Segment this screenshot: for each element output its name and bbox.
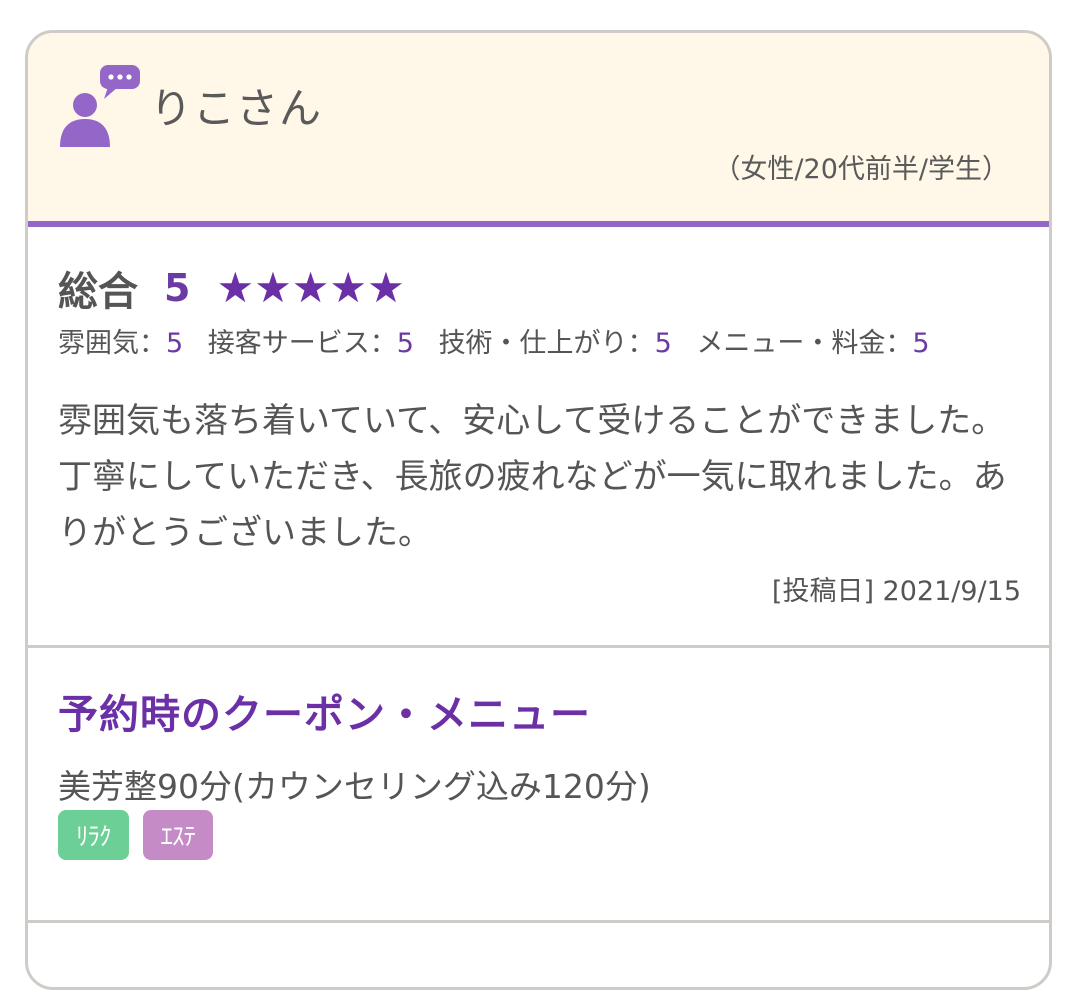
- tag-esthetic: ｴｽﾃ: [142, 810, 214, 860]
- coupon-section: 予約時のクーポン・メニュー 美芳整90分(カウンセリング込み120分) ﾘﾗｸ …: [28, 648, 1049, 923]
- overall-rating-row: 総合 5 ★ ★ ★ ★ ★: [58, 261, 405, 315]
- reviewer-profile: （女性/20代前半/学生）: [713, 154, 1009, 185]
- review-card: りこさん （女性/20代前半/学生） 総合 5 ★ ★ ★ ★ ★ 雰囲気：5 …: [25, 30, 1052, 990]
- reviewer-header: りこさん （女性/20代前半/学生）: [28, 33, 1049, 227]
- sub-rating-label: メニュー・料金：: [696, 328, 913, 359]
- sub-rating-value: 5: [396, 328, 414, 359]
- review-comment: 雰囲気も落ち着いていて、安心して受けることができました。丁寧にしていただき、長旅…: [58, 401, 1007, 553]
- overall-label: 総合: [58, 269, 138, 315]
- reviewer-name: りこさん: [150, 84, 323, 133]
- tag-relaxation: ﾘﾗｸ: [58, 810, 129, 860]
- reviewer-comment-icon: [60, 65, 140, 147]
- sub-rating-atmosphere: 雰囲気：5: [58, 328, 183, 359]
- post-date: [投稿日] 2021/9/15: [771, 576, 1021, 607]
- coupon-tags: ﾘﾗｸ ｴｽﾃ: [58, 810, 214, 860]
- sub-rating-value: 5: [912, 328, 930, 359]
- sub-rating-technique: 技術・仕上がり：5: [439, 328, 672, 359]
- coupon-title: 予約時のクーポン・メニュー: [58, 692, 591, 738]
- sub-rating-label: 技術・仕上がり：: [438, 328, 655, 359]
- star-icon: ★: [291, 263, 330, 312]
- sub-rating-value: 5: [166, 328, 184, 359]
- rating-section: 総合 5 ★ ★ ★ ★ ★ 雰囲気：5 接客サービス：5 技術・仕上がり：5 …: [28, 227, 1049, 648]
- sub-ratings: 雰囲気：5 接客サービス：5 技術・仕上がり：5 メニュー・料金：5: [58, 321, 946, 360]
- star-icon: ★: [329, 263, 368, 312]
- sub-rating-value: 5: [654, 328, 672, 359]
- sub-rating-menu-price: メニュー・料金：5: [696, 328, 929, 359]
- overall-score: 5: [164, 266, 191, 310]
- star-icon: ★: [367, 263, 405, 312]
- star-icon: ★: [216, 263, 255, 312]
- sub-rating-service: 接客サービス：5: [208, 328, 414, 359]
- star-rating: ★ ★ ★ ★ ★: [216, 267, 404, 309]
- sub-rating-label: 雰囲気：: [58, 328, 166, 359]
- coupon-menu-name[interactable]: 美芳整90分(カウンセリング込み120分): [58, 760, 651, 808]
- sub-rating-label: 接客サービス：: [207, 328, 397, 359]
- star-icon: ★: [254, 263, 292, 312]
